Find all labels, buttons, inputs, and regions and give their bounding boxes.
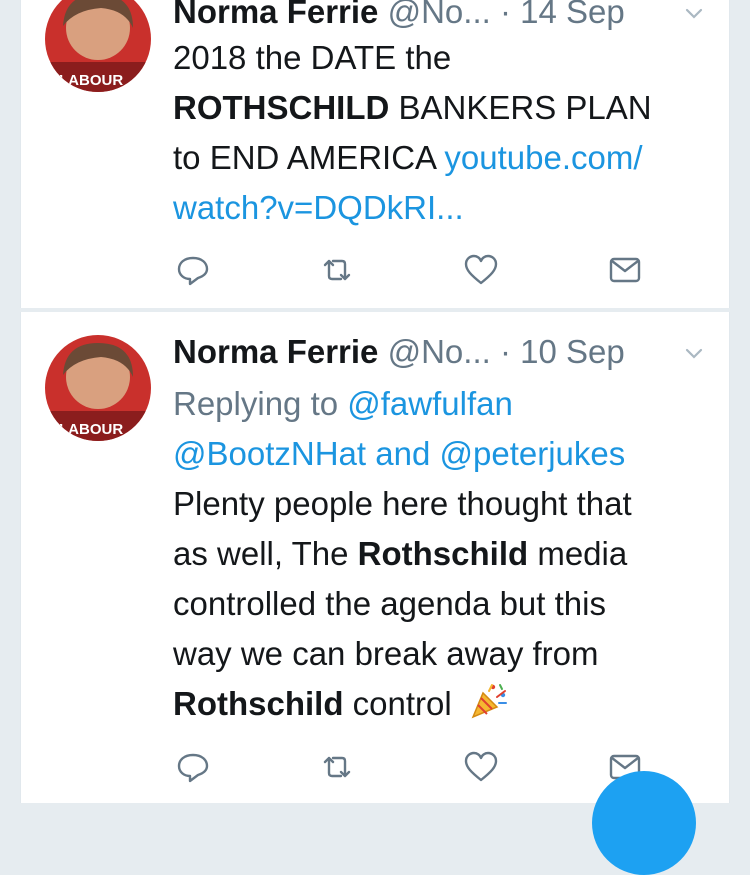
youtube-link[interactable]: youtube.com/ bbox=[444, 139, 642, 176]
svg-text:LABOUR: LABOUR bbox=[59, 72, 123, 89]
mention-bootznhat[interactable]: @BootzNHat bbox=[173, 435, 366, 472]
svg-text:LABOUR: LABOUR bbox=[59, 421, 123, 438]
tweet-text: Replying to @fawfulfan @BootzNHat and @p… bbox=[173, 379, 713, 735]
retweet-icon[interactable] bbox=[317, 747, 357, 787]
text-line: controlled the agenda but this bbox=[173, 585, 606, 622]
author-name[interactable]: Norma Ferrie bbox=[173, 0, 378, 30]
separator-dot: · bbox=[499, 333, 511, 370]
retweet-icon[interactable] bbox=[317, 250, 357, 290]
text-line: 2018 the DATE the bbox=[173, 39, 452, 76]
tweet-actions bbox=[173, 747, 641, 787]
reply-icon[interactable] bbox=[173, 250, 213, 290]
author-name[interactable]: Norma Ferrie bbox=[173, 333, 378, 370]
tweet-header: Norma Ferrie @No... · 14 Sep bbox=[173, 0, 719, 34]
text-span: as well, The bbox=[173, 535, 358, 572]
text-span: media bbox=[528, 535, 628, 572]
text-span: control bbox=[343, 685, 452, 722]
bold-text: Rothschild bbox=[357, 535, 529, 572]
text-line: Plenty people here thought that bbox=[173, 485, 632, 522]
avatar[interactable]: LABOUR bbox=[45, 335, 151, 441]
text-line: ROTHSCHILD BANKERS PLAN bbox=[173, 83, 713, 133]
reply-context: Replying to @fawfulfan bbox=[173, 379, 713, 429]
tweet-date[interactable]: 14 Sep bbox=[520, 0, 625, 30]
text-line: Rothschild control bbox=[173, 679, 713, 735]
tweet-text: 2018 the DATE the ROTHSCHILD BANKERS PLA… bbox=[173, 33, 713, 233]
text-line: to END AMERICA youtube.com/ bbox=[173, 133, 713, 183]
separator-dot: · bbox=[499, 0, 511, 30]
chevron-down-icon[interactable] bbox=[681, 334, 707, 360]
mention-peterjukes[interactable]: @peterjukes bbox=[439, 435, 625, 472]
reply-icon[interactable] bbox=[173, 747, 213, 787]
party-popper-icon bbox=[469, 681, 509, 735]
youtube-link-continued[interactable]: watch?v=DQDkRI... bbox=[173, 189, 464, 226]
text-line: way we can break away from bbox=[173, 635, 599, 672]
like-icon[interactable] bbox=[461, 747, 501, 787]
author-handle[interactable]: @No... bbox=[388, 0, 491, 30]
bold-text: ROTHSCHILD bbox=[173, 89, 390, 126]
bold-text: Rothschild bbox=[173, 685, 344, 722]
tweet-actions bbox=[173, 250, 641, 290]
reply-context: @BootzNHat and @peterjukes bbox=[173, 429, 713, 479]
text-line: watch?v=DQDkRI... bbox=[173, 183, 713, 233]
chevron-down-icon[interactable] bbox=[681, 0, 707, 20]
tweet-header: Norma Ferrie @No... · 10 Sep bbox=[173, 330, 719, 374]
text-span: to END AMERICA bbox=[173, 139, 445, 176]
compose-icon[interactable] bbox=[592, 771, 696, 875]
tweet[interactable]: LABOUR Norma Ferrie @No... · 14 Sep 2018… bbox=[20, 0, 730, 308]
avatar[interactable]: LABOUR bbox=[45, 0, 151, 92]
replying-to-label: Replying to bbox=[173, 385, 348, 422]
direct-message-icon[interactable] bbox=[605, 250, 645, 290]
tweet[interactable]: LABOUR Norma Ferrie @No... · 10 Sep Repl… bbox=[20, 312, 730, 803]
author-handle[interactable]: @No... bbox=[388, 333, 491, 370]
like-icon[interactable] bbox=[461, 250, 501, 290]
reply-conjunction: and bbox=[366, 435, 440, 472]
text-span: BANKERS PLAN bbox=[389, 89, 652, 126]
mention-fawfulfan[interactable]: @fawfulfan bbox=[347, 385, 513, 422]
text-line: as well, The Rothschild media bbox=[173, 529, 713, 579]
tweet-date[interactable]: 10 Sep bbox=[520, 333, 625, 370]
